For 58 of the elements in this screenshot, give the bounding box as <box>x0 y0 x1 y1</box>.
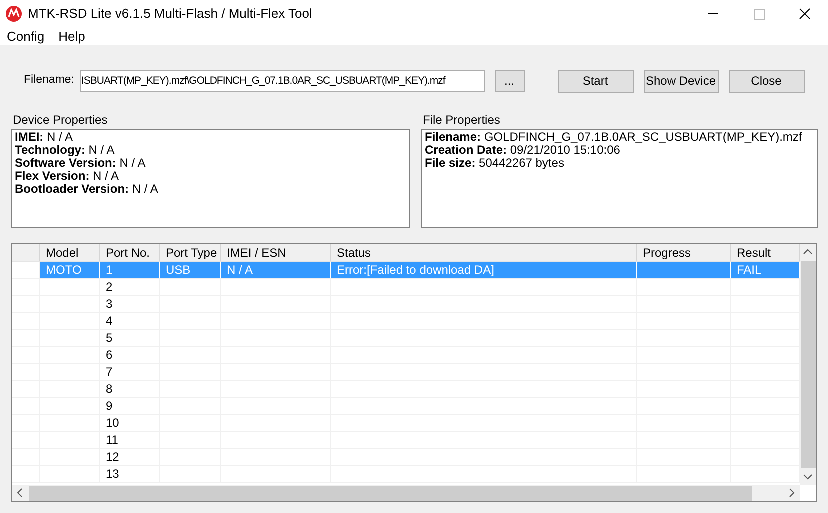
action-button[interactable]: Show Device <box>644 70 718 92</box>
table-cell: N / A <box>227 263 254 277</box>
table-cell: 4 <box>106 314 113 328</box>
property-line: Bootloader Version: N / A <box>15 183 160 196</box>
table-cell: 3 <box>106 297 113 311</box>
table-cell: 7 <box>106 365 113 379</box>
action-button[interactable]: Start <box>558 70 634 92</box>
logo-icon <box>6 6 22 22</box>
table-row[interactable]: 4 <box>12 313 800 330</box>
filename-field[interactable]: ISBUART(MP_KEY).mzf\GOLDFINCH_G_07.1B.0AR_SC_USBUART(MP_KEY).mzf <box>80 70 484 92</box>
column-header[interactable]: Status <box>331 244 637 261</box>
property-line: Software Version: N / A <box>15 157 147 170</box>
table-row[interactable]: 8 <box>12 381 800 398</box>
window-title: MTK-RSD Lite v6.1.5 Multi-Flash / Multi-Flex Tool <box>28 5 312 24</box>
scroll-thumb[interactable] <box>800 261 816 468</box>
table-cell: 9 <box>106 399 113 413</box>
table-cell: 5 <box>106 331 113 345</box>
table-cell: 2 <box>106 280 113 294</box>
table-cell: 6 <box>106 348 113 362</box>
menu-item[interactable]: Help <box>52 26 92 46</box>
table-row[interactable]: 7 <box>12 364 800 381</box>
browse-button[interactable]: ... <box>494 70 524 92</box>
table-row[interactable]: 9 <box>12 398 800 415</box>
table-cell: USB <box>166 263 191 277</box>
group-label: Device Properties <box>12 112 109 129</box>
group-label: File Properties <box>422 112 502 129</box>
table-row[interactable]: 12 <box>12 449 800 466</box>
table-row[interactable]: 11 <box>12 432 800 449</box>
table-row[interactable]: 3 <box>12 296 800 313</box>
table-row[interactable]: 2 <box>12 279 800 296</box>
table-row[interactable]: 6 <box>12 347 800 364</box>
property-line: File size: 50442267 bytes <box>425 157 566 170</box>
table-cell: 1 <box>106 263 113 277</box>
table-cell: 13 <box>106 467 120 481</box>
table-row[interactable]: 5 <box>12 330 800 347</box>
column-header[interactable]: Progress <box>637 244 731 261</box>
property-line: Flex Version: N / A <box>15 170 120 183</box>
table-cell: 12 <box>106 450 120 464</box>
column-header[interactable]: IMEI / ESN <box>221 244 331 261</box>
filename-label: Filename: <box>24 73 74 88</box>
property-line: Filename: GOLDFINCH_G_07.1B.0AR_SC_USBUART(MP_KEY).mzf <box>425 131 804 144</box>
table-cell: Error:[Failed to download DA] <box>337 263 494 277</box>
property-line: Creation Date: 09/21/2010 15:10:06 <box>425 144 620 157</box>
table-row[interactable]: 10 <box>12 415 800 432</box>
column-header[interactable]: Port No. <box>100 244 160 261</box>
vertical-scrollbar[interactable] <box>800 244 816 485</box>
property-line: IMEI: N / A <box>15 131 74 144</box>
table-cell: MOTO <box>46 263 82 277</box>
column-header[interactable]: Model <box>40 244 100 261</box>
column-header[interactable]: Port Type <box>160 244 221 261</box>
action-button[interactable]: Close <box>728 70 804 92</box>
table-cell: 11 <box>106 433 118 447</box>
menu-item[interactable]: Config <box>0 26 52 46</box>
table-cell: 8 <box>106 382 113 396</box>
property-line: Technology: N / A <box>15 144 116 157</box>
table-cell: FAIL <box>737 263 762 277</box>
table-cell: 10 <box>106 416 120 430</box>
table-row[interactable]: 13 <box>12 466 800 483</box>
